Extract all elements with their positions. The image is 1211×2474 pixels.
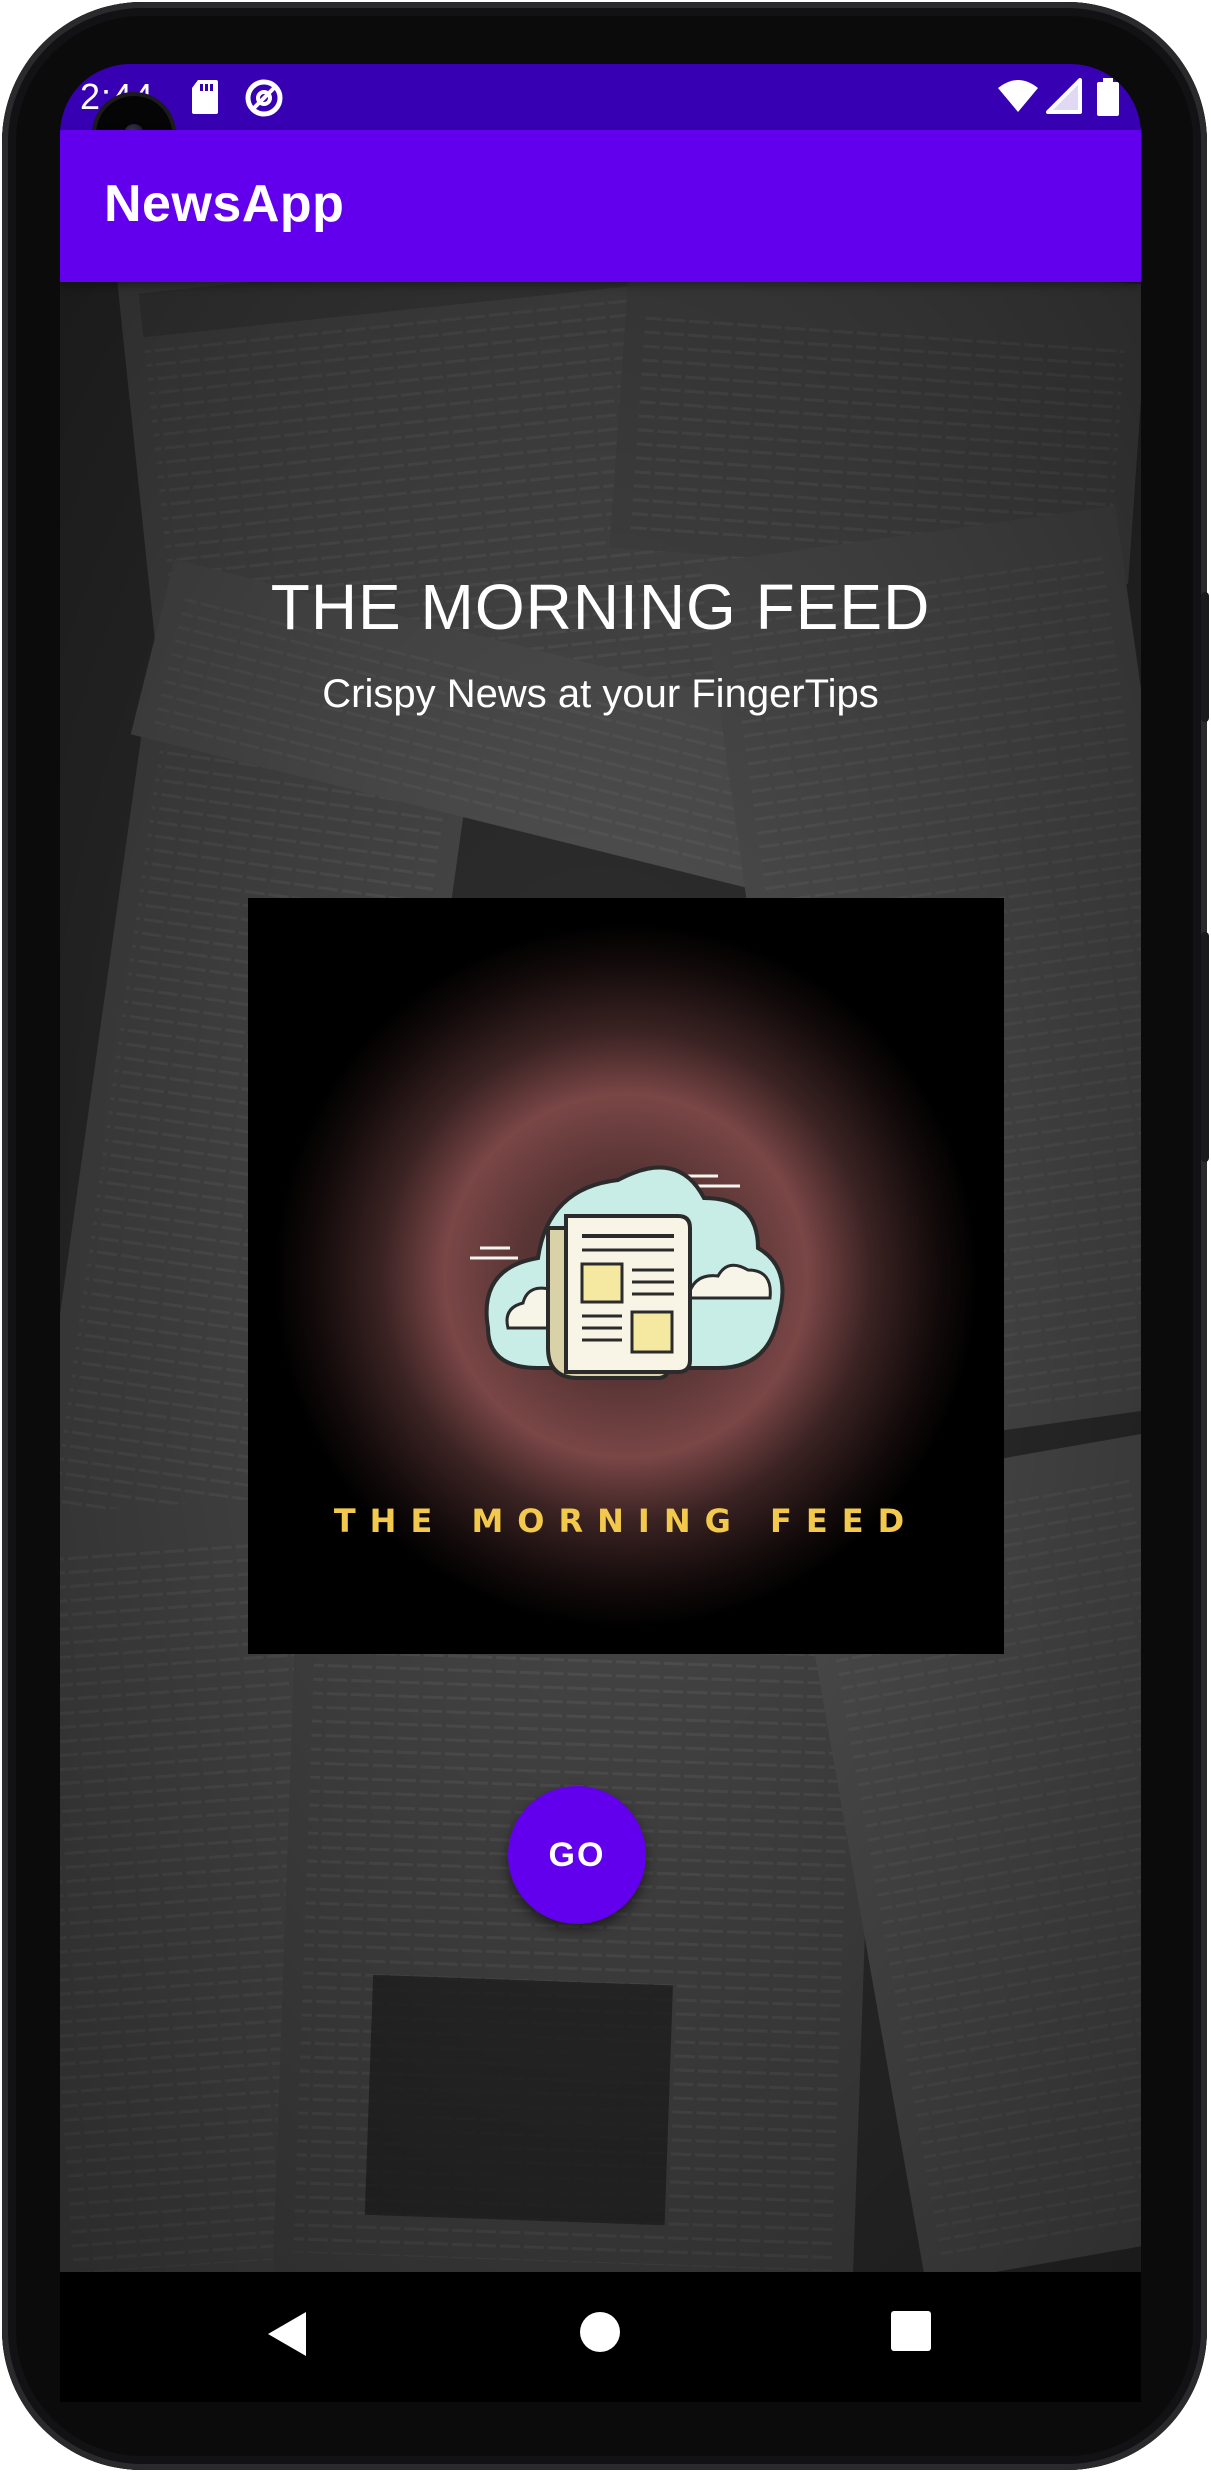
battery-icon — [1096, 78, 1120, 121]
screen: 2:44 NewsApp THE MORNING FEED Crispy New… — [60, 64, 1141, 2272]
sd-card-icon — [190, 78, 220, 121]
logo-wordmark: THE MORNING FEED — [333, 1502, 919, 1540]
power-button — [1201, 592, 1209, 722]
status-bar: 2:44 — [60, 64, 1141, 130]
do-not-disturb-icon — [244, 78, 284, 123]
logo-card: THE MORNING FEED — [248, 898, 1004, 1654]
home-icon[interactable] — [578, 2310, 622, 2359]
newspaper-cloud-icon — [470, 1165, 785, 1380]
app-bar: NewsApp — [60, 130, 1141, 282]
app-title: NewsApp — [104, 175, 345, 233]
back-icon[interactable] — [266, 2310, 310, 2363]
recents-icon[interactable] — [890, 2310, 932, 2357]
go-button[interactable]: GO — [508, 1786, 646, 1924]
navigation-bar — [60, 2272, 1141, 2402]
volume-button — [1201, 932, 1209, 1162]
main-content: THE MORNING FEED Crispy News at your Fin… — [60, 282, 1141, 2272]
wifi-icon — [996, 78, 1040, 119]
cellular-signal-icon — [1046, 78, 1082, 119]
headline: THE MORNING FEED — [270, 571, 931, 643]
subheadline: Crispy News at your FingerTips — [322, 672, 879, 716]
